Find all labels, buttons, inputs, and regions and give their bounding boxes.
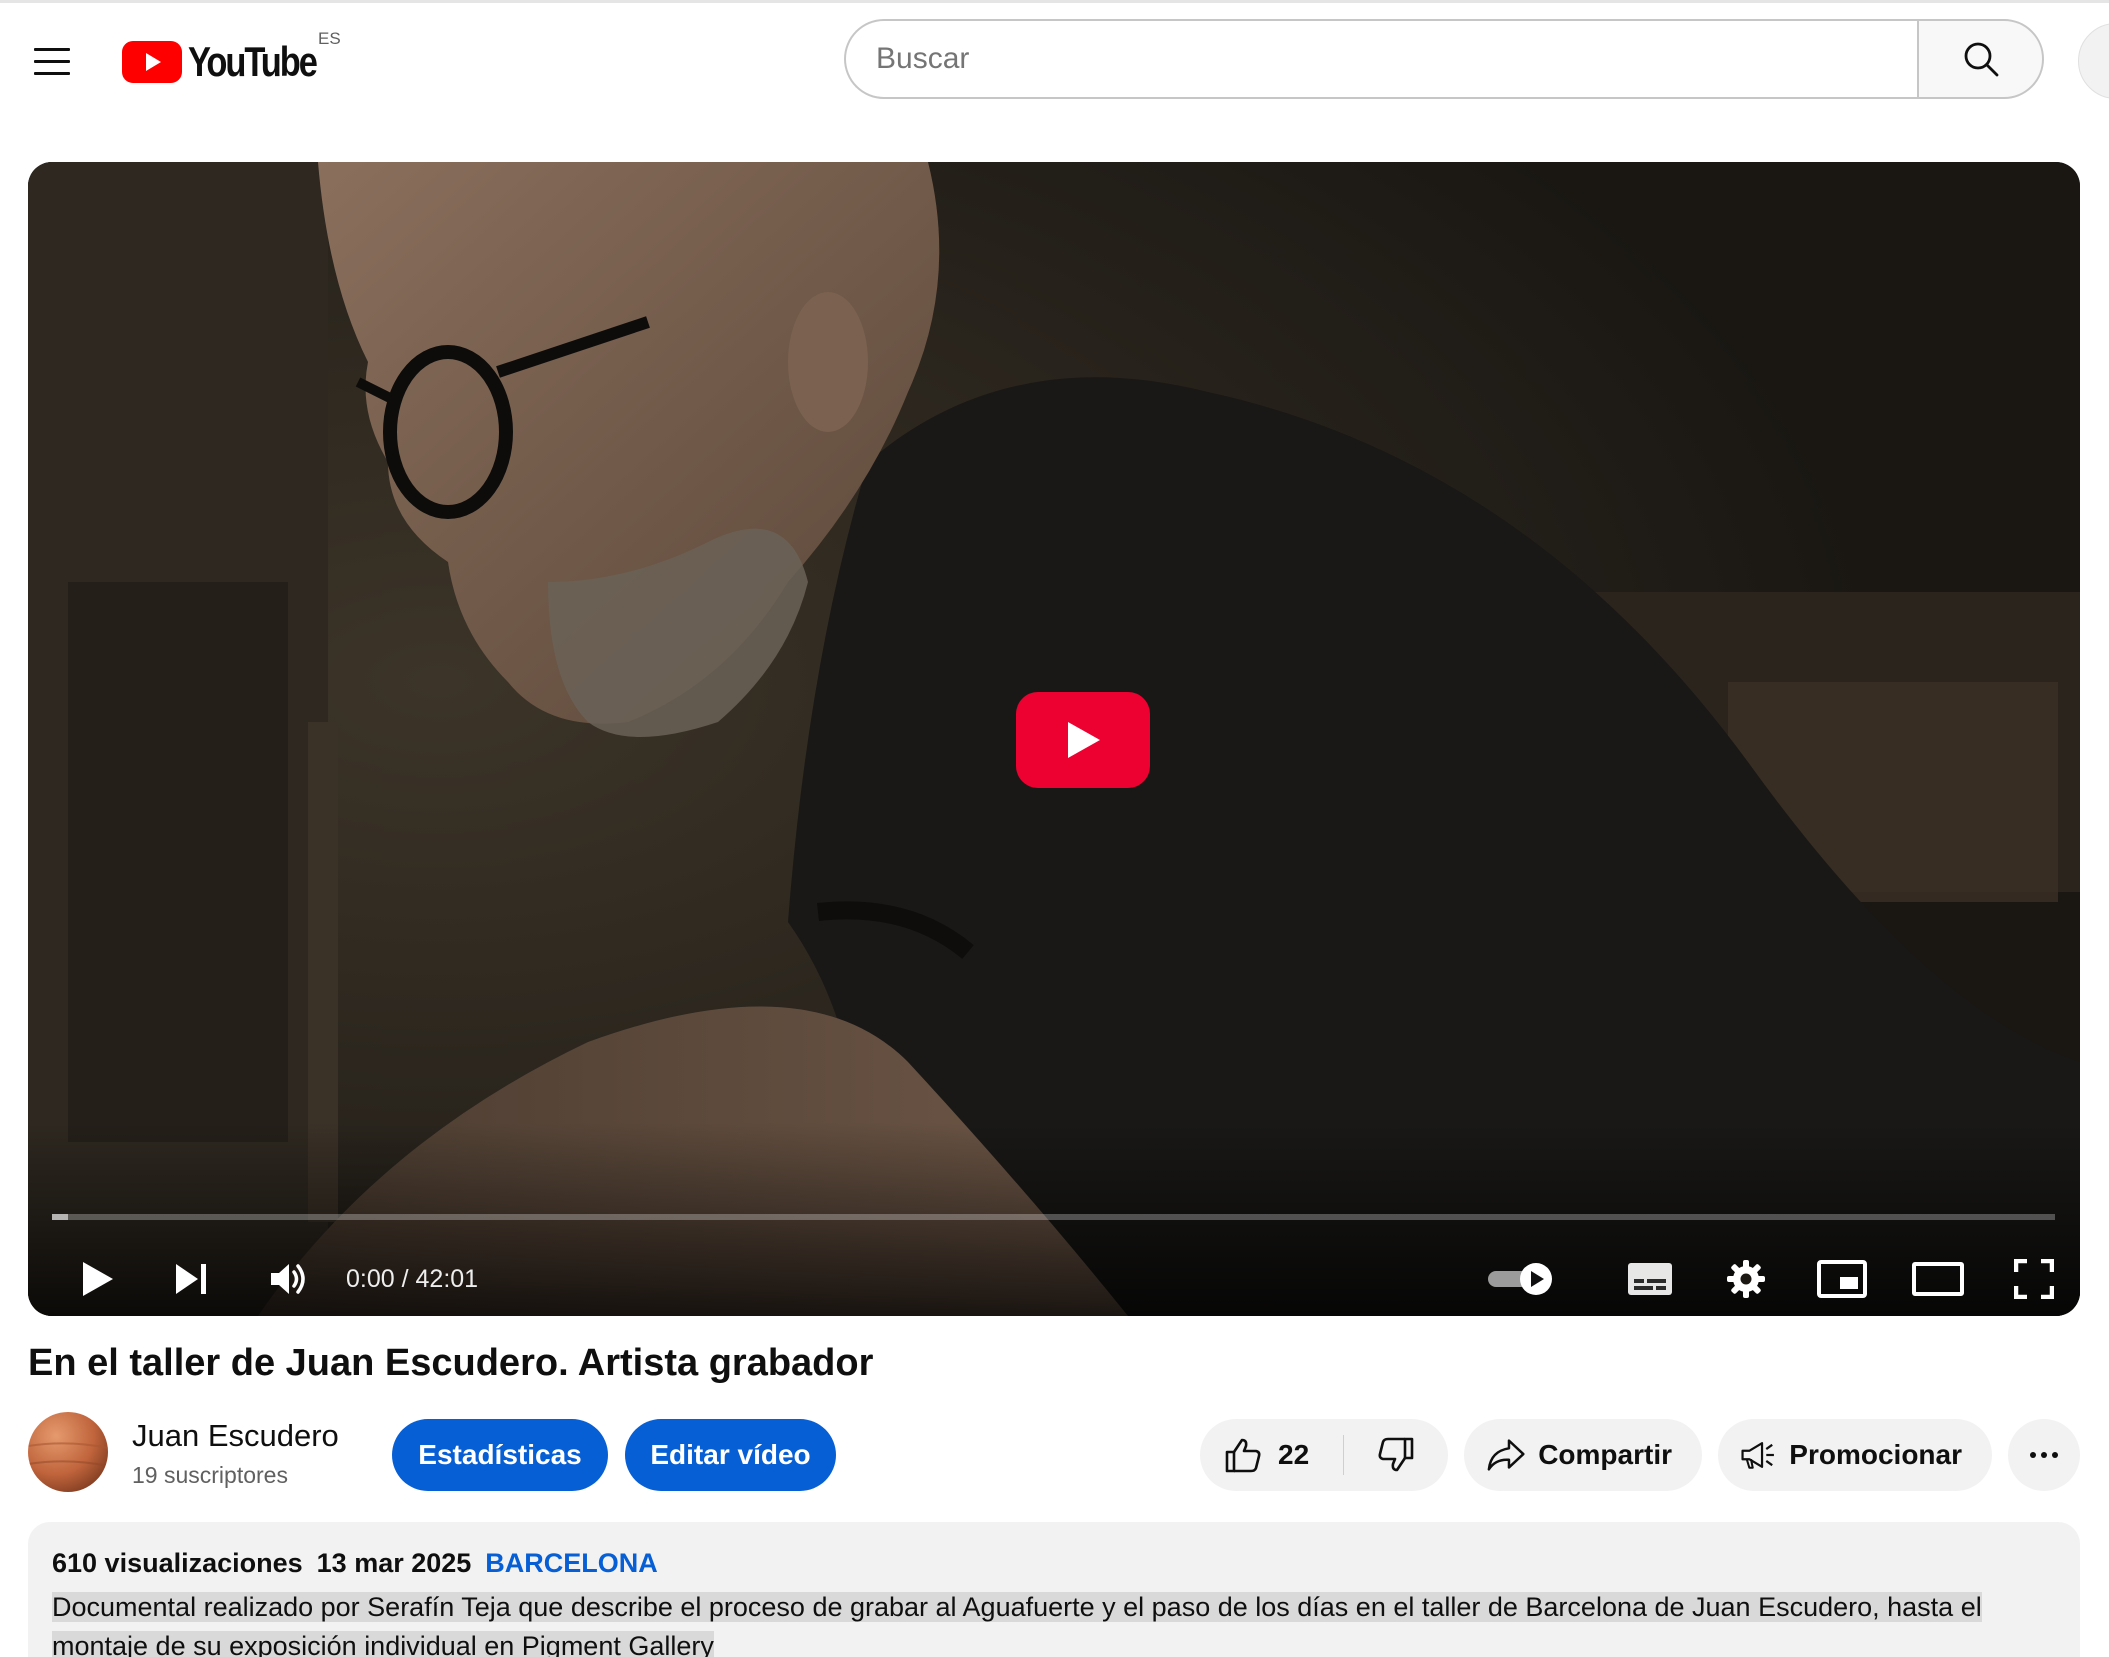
play-button[interactable] <box>70 1242 126 1316</box>
thumbs-up-icon <box>1225 1438 1261 1473</box>
autoplay-toggle-icon <box>1488 1263 1552 1295</box>
subtitles-button[interactable] <box>1622 1242 1678 1316</box>
big-play-button[interactable] <box>1016 692 1150 788</box>
more-dot <box>2041 1452 2047 1458</box>
time-display: 0:00 / 42:01 <box>346 1242 478 1316</box>
volume-icon <box>271 1264 305 1294</box>
like-count: 22 <box>1278 1439 1310 1470</box>
progress-bar[interactable] <box>52 1214 2055 1220</box>
subtitles-icon <box>1628 1263 1672 1295</box>
theater-mode-button[interactable] <box>1908 1242 1968 1316</box>
like-dislike-segment: 22 <box>1200 1419 1448 1491</box>
share-arrow-icon <box>1487 1439 1525 1471</box>
megaphone-icon <box>1741 1442 1774 1469</box>
more-dot <box>2030 1452 2036 1458</box>
next-icon <box>176 1264 206 1294</box>
autoplay-toggle[interactable] <box>1482 1242 1560 1316</box>
video-player[interactable]: 0:00 / 42:01 <box>28 162 2080 1316</box>
country-code: ES <box>318 29 341 48</box>
subscriber-count: 19 suscriptores <box>132 1462 288 1488</box>
location-tag[interactable]: BARCELONA <box>485 1548 658 1578</box>
share-button[interactable]: Compartir <box>1464 1419 1702 1491</box>
promote-button[interactable]: Promocionar <box>1718 1419 1992 1491</box>
description-text: Documental realizado por Serafín Teja qu… <box>52 1588 2042 1657</box>
duration: 42:01 <box>415 1264 479 1293</box>
view-count: 610 visualizaciones <box>52 1548 303 1578</box>
miniplayer-button[interactable] <box>1812 1242 1872 1316</box>
thumbs-down-icon <box>1378 1437 1414 1472</box>
description-body: Documental realizado por Serafín Teja qu… <box>52 1592 1982 1657</box>
settings-gear-icon <box>1727 1260 1765 1298</box>
description-meta: 610 visualizaciones 13 mar 2025 BARCELONA <box>52 1548 658 1579</box>
more-dot <box>2052 1452 2058 1458</box>
upload-date: 13 mar 2025 <box>316 1548 472 1578</box>
current-time: 0:00 <box>346 1264 395 1293</box>
time-separator: / <box>394 1264 416 1293</box>
like-button[interactable]: 22 <box>1200 1419 1343 1491</box>
fullscreen-icon <box>2014 1259 2054 1299</box>
theater-mode-icon <box>1912 1262 1964 1296</box>
fullscreen-button[interactable] <box>2006 1242 2062 1316</box>
youtube-play-logo-icon <box>122 41 182 83</box>
more-actions-button[interactable] <box>2008 1419 2080 1491</box>
masthead: YouTube ES <box>0 3 2109 113</box>
miniplayer-icon <box>1817 1260 1867 1298</box>
video-title: En el taller de Juan Escudero. Artista g… <box>28 1342 874 1384</box>
share-label: Compartir <box>1538 1439 1672 1470</box>
channel-avatar[interactable] <box>28 1412 108 1492</box>
promote-label: Promocionar <box>1789 1439 1962 1470</box>
description-box[interactable]: 610 visualizaciones 13 mar 2025 BARCELONA … <box>28 1522 2080 1657</box>
settings-button[interactable] <box>1718 1242 1774 1316</box>
search-button[interactable] <box>1917 19 2044 99</box>
stats-button[interactable]: Estadísticas <box>392 1419 608 1491</box>
logo-wordmark: YouTube <box>188 38 318 85</box>
account-avatar[interactable] <box>2078 23 2109 99</box>
play-icon <box>83 1262 113 1296</box>
hamburger-menu-icon[interactable] <box>22 31 82 91</box>
volume-button[interactable] <box>260 1242 320 1316</box>
search-icon <box>1964 42 1998 77</box>
progress-buffer <box>52 1214 68 1220</box>
next-button[interactable] <box>164 1242 220 1316</box>
edit-video-button[interactable]: Editar vídeo <box>625 1419 836 1491</box>
channel-avatar-image <box>28 1412 108 1492</box>
youtube-logo[interactable]: YouTube <box>122 37 344 87</box>
search-input[interactable] <box>844 19 1917 99</box>
player-controls: 0:00 / 42:01 <box>28 1242 2080 1316</box>
dislike-button[interactable] <box>1344 1419 1448 1491</box>
search-bar <box>844 19 2044 99</box>
channel-name[interactable]: Juan Escudero <box>132 1418 339 1454</box>
